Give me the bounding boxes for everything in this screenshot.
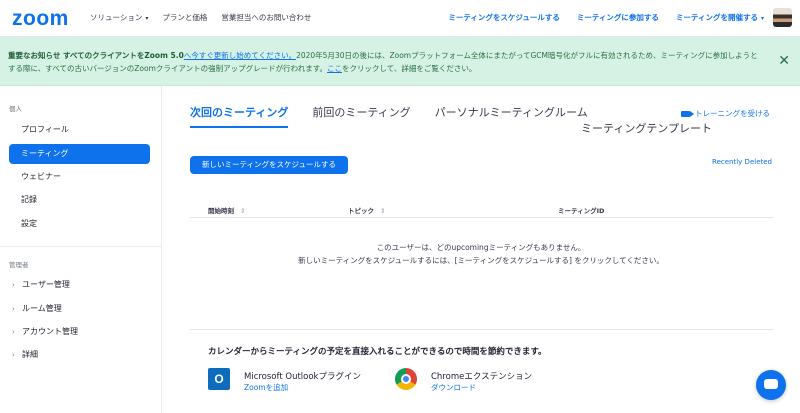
tab-meeting-templates[interactable]: ミーティングテンプレート: [581, 120, 712, 136]
download-link[interactable]: ダウンロード: [431, 382, 476, 393]
banner-details-link[interactable]: ここ: [327, 64, 342, 73]
sort-icon: ⇕: [240, 207, 246, 215]
meeting-tabs: 次回のミーティング 前回のミーティング パーソナルミーティングルーム: [190, 104, 588, 128]
nav-contact-sales[interactable]: 営業担当へのお問い合わせ: [221, 12, 311, 23]
chat-bubble-icon[interactable]: [756, 370, 786, 400]
sidebar-section-personal: 個人: [9, 105, 22, 113]
sidebar-item-settings[interactable]: 設定: [9, 214, 150, 234]
sidebar-divider: [0, 246, 162, 247]
nav-host-meeting[interactable]: ミーティングを開催する ▾: [676, 12, 764, 23]
sidebar-item-account-management[interactable]: › アカウント管理: [9, 322, 150, 342]
meetings-table-header: 開始時刻 ⇕ トピック ⇕ ミーティングID: [190, 200, 773, 218]
calendar-integration-title: カレンダーからミーティングの予定を直接入れることができるので時間を節約できます。: [208, 347, 547, 357]
sidebar-item-webinars[interactable]: ウェビナー: [9, 167, 150, 187]
sidebar-item-recordings[interactable]: 記録: [9, 190, 150, 210]
notice-banner: 重要なお知らせ すべてのクライアントをZoom 5.0へ今すぐ更新し始めてくださ…: [0, 37, 800, 86]
empty-state-line-2: 新しいミーティングをスケジュールするには、[ミーティングをスケジュールする] を…: [298, 256, 664, 265]
tab-personal-room[interactable]: パーソナルミーティングルーム: [435, 104, 588, 128]
column-topic[interactable]: トピック ⇕: [348, 205, 385, 215]
sidebar: 個人 プロフィール ミーティング ウェビナー 記録 設定 管理者 › ユーザー管理…: [0, 86, 162, 413]
close-icon[interactable]: ✕: [778, 53, 790, 69]
sidebar-item-user-management[interactable]: › ユーザー管理: [9, 275, 150, 295]
top-nav: zoom ソリューション ▾ プランと価格 営業担当へのお問い合わせ ミーティング…: [0, 0, 800, 37]
video-camera-icon: [681, 110, 694, 117]
chevron-down-icon: ▾: [145, 15, 149, 22]
empty-state-line-1: このユーザーは、どのupcomingミーティングもありません。: [376, 243, 586, 252]
avatar[interactable]: [773, 8, 792, 27]
sidebar-item-meetings[interactable]: ミーティング: [9, 144, 150, 164]
tab-upcoming[interactable]: 次回のミーティング: [190, 104, 289, 128]
zoom-logo[interactable]: zoom: [12, 7, 69, 31]
banner-update-link[interactable]: へ今すぐ更新し始めてください。: [184, 51, 296, 60]
nav-schedule-meeting[interactable]: ミーティングをスケジュールする: [448, 12, 560, 23]
column-start-time[interactable]: 開始時刻 ⇕: [208, 205, 245, 215]
main-panel: 次回のミーティング 前回のミーティング パーソナルミーティングルーム ミーティン…: [162, 86, 800, 413]
add-zoom-link[interactable]: Zoomを追加: [244, 382, 288, 393]
sort-icon: ⇕: [380, 207, 386, 215]
sidebar-item-profile[interactable]: プロフィール: [9, 120, 150, 140]
recently-deleted-link[interactable]: Recently Deleted: [712, 158, 772, 166]
tab-previous[interactable]: 前回のミーティング: [312, 104, 410, 128]
chrome-extension-name: Chromeエクステンション: [431, 372, 533, 382]
sidebar-item-advanced[interactable]: › 詳細: [9, 345, 150, 365]
sidebar-item-room-management[interactable]: › ルーム管理: [9, 299, 150, 319]
chevron-right-icon: ›: [12, 351, 15, 359]
nav-left: ソリューション ▾ プランと価格 営業担当へのお問い合わせ: [90, 12, 311, 23]
column-meeting-id: ミーティングID: [558, 207, 605, 215]
chevron-right-icon: ›: [12, 305, 15, 313]
section-divider: [190, 329, 773, 330]
sidebar-section-admin: 管理者: [9, 261, 29, 269]
outlook-icon: O: [208, 368, 230, 390]
nav-solutions[interactable]: ソリューション ▾: [90, 12, 148, 23]
nav-join-meeting[interactable]: ミーティングに参加する: [577, 12, 659, 23]
chevron-down-icon: ▾: [760, 15, 764, 22]
nav-pricing[interactable]: プランと価格: [162, 12, 207, 23]
schedule-meeting-button[interactable]: 新しいミーティングをスケジュールする: [190, 156, 348, 174]
nav-right: ミーティングをスケジュールする ミーティングに参加する ミーティングを開催する ▾: [448, 12, 764, 23]
chevron-right-icon: ›: [12, 281, 15, 289]
training-link[interactable]: トレーニングを受ける: [681, 108, 770, 119]
outlook-plugin-name: Microsoft Outlookプラグイン: [244, 372, 361, 382]
chevron-right-icon: ›: [12, 328, 15, 336]
banner-text: 重要なお知らせ すべてのクライアントをZoom 5.0へ今すぐ更新し始めてくださ…: [8, 51, 758, 73]
chrome-icon: [395, 368, 417, 390]
